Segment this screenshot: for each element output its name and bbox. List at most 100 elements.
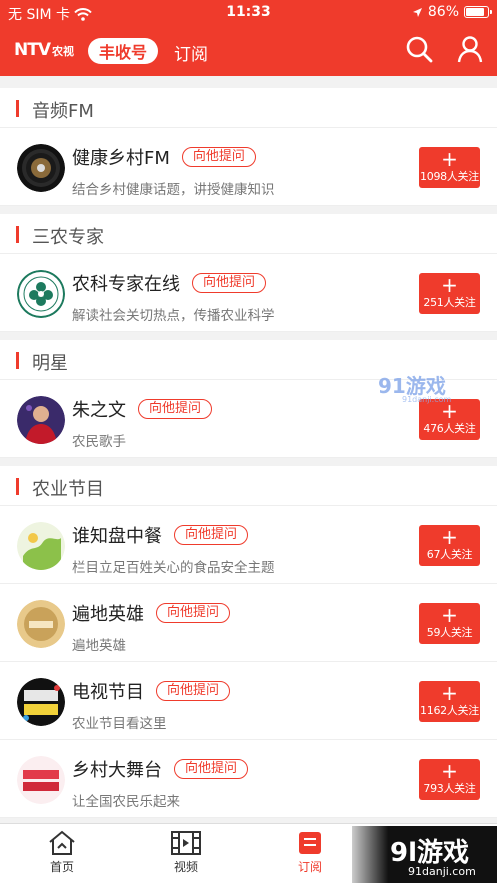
section-header: 农业节目	[0, 466, 497, 506]
follower-count: 476人关注	[423, 422, 476, 435]
item-name-row: 电视节目 向他提问	[72, 678, 231, 704]
section-marker	[16, 352, 19, 369]
section-marker	[16, 226, 19, 243]
follower-count: 251人关注	[423, 296, 476, 309]
ask-question-button[interactable]: 向他提问	[156, 603, 231, 623]
ask-question-button[interactable]: 向他提问	[174, 759, 249, 779]
section-gap	[0, 332, 497, 340]
list-item[interactable]: 谁知盘中餐 向他提问 栏目立足百姓关心的食品安全主题 + 67人关注	[0, 506, 497, 584]
user-icon[interactable]	[455, 34, 485, 64]
battery-icon	[464, 6, 492, 18]
list-item[interactable]: 农科专家在线 向他提问 解读社会关切热点，传播农业科学 + 251人关注	[0, 254, 497, 332]
section-title: 农业节目	[32, 479, 104, 500]
location-arrow-icon	[412, 7, 422, 17]
item-description: 结合乡村健康话题，讲授健康知识	[72, 182, 275, 198]
watermark-bottom-url: 91danji.com	[408, 865, 476, 878]
tab-subscribe[interactable]: 订阅	[174, 40, 208, 65]
item-description: 解读社会关切热点，传播农业科学	[72, 308, 275, 324]
plus-icon: +	[441, 525, 458, 549]
content-list: 音频FM 健康乡村FM 向他提问 结合乡村健康话题，讲授健康知识 + 1098人…	[0, 88, 497, 818]
tab-home-label: 首页	[49, 860, 74, 874]
nav-bar: NTV 农视 丰收号 订阅	[0, 30, 497, 72]
tab-subscribe-bottom[interactable]: 订阅	[275, 830, 345, 875]
follower-count: 793人关注	[423, 782, 476, 795]
follow-button[interactable]: + 59人关注	[419, 603, 480, 644]
item-description: 让全国农民乐起来	[72, 794, 180, 810]
section-header: 三农专家	[0, 214, 497, 254]
food-program-avatar	[17, 522, 65, 570]
item-name-row: 农科专家在线 向他提问	[72, 270, 267, 296]
section-marker	[16, 100, 19, 117]
item-name-row: 朱之文 向他提问	[72, 396, 213, 422]
follow-button[interactable]: + 251人关注	[419, 273, 480, 314]
stage-program-avatar	[17, 756, 65, 804]
follow-button[interactable]: + 1162人关注	[419, 681, 480, 722]
section-header: 音频FM	[0, 88, 497, 128]
follow-button[interactable]: + 476人关注	[419, 399, 480, 440]
list-item[interactable]: 乡村大舞台 向他提问 让全国农民乐起来 + 793人关注	[0, 740, 497, 818]
hero-program-avatar	[17, 600, 65, 648]
follower-count: 1162人关注	[420, 704, 479, 717]
list-item[interactable]: 健康乡村FM 向他提问 结合乡村健康话题，讲授健康知识 + 1098人关注	[0, 128, 497, 206]
tab-home[interactable]: 首页	[27, 830, 97, 875]
section-marker	[16, 478, 19, 495]
item-name-row: 谁知盘中餐 向他提问	[72, 522, 249, 548]
subscribe-icon	[299, 832, 321, 854]
item-description: 栏目立足百姓关心的食品安全主题	[72, 560, 275, 576]
item-name: 乡村大舞台	[72, 760, 162, 781]
plus-icon: +	[441, 603, 458, 627]
item-name-row: 乡村大舞台 向他提问	[72, 756, 249, 782]
plus-icon: +	[441, 147, 458, 171]
ask-question-button[interactable]: 向他提问	[192, 273, 267, 293]
app-logo: NTV 农视	[14, 40, 74, 60]
tab-fengshouhao[interactable]: 丰收号	[88, 38, 158, 64]
item-name: 电视节目	[72, 682, 144, 703]
watermark-top-url: 91danji.com	[402, 395, 452, 404]
follow-button[interactable]: + 1098人关注	[419, 147, 480, 188]
vinyl-record-avatar	[17, 144, 65, 192]
list-item[interactable]: 遍地英雄 向他提问 遍地英雄 + 59人关注	[0, 584, 497, 662]
tab-video-label: 视频	[173, 860, 198, 874]
singer-photo-avatar	[17, 396, 65, 444]
search-icon[interactable]	[404, 34, 434, 64]
follower-count: 67人关注	[426, 548, 473, 561]
plus-icon: +	[441, 759, 458, 783]
follower-count: 59人关注	[426, 626, 473, 639]
section-title: 音频FM	[32, 101, 94, 122]
section-title: 明星	[32, 353, 68, 374]
item-description: 农业节目看这里	[72, 716, 167, 732]
watermark-bottom: 9l游戏 91danji.com	[352, 826, 497, 883]
item-name: 朱之文	[72, 400, 126, 421]
ask-question-button[interactable]: 向他提问	[156, 681, 231, 701]
ask-question-button[interactable]: 向他提问	[174, 525, 249, 545]
home-icon	[49, 830, 75, 855]
plus-icon: +	[441, 681, 458, 705]
ask-question-button[interactable]: 向他提问	[138, 399, 213, 419]
watermark-bottom-text: 9l游戏	[390, 838, 470, 868]
section-gap	[0, 206, 497, 214]
item-name: 农科专家在线	[72, 274, 180, 295]
section-title: 三农专家	[32, 227, 104, 248]
item-name-row: 健康乡村FM 向他提问	[72, 144, 256, 170]
logo-subtext: 农视	[51, 45, 74, 58]
tv-program-avatar	[17, 678, 65, 726]
plus-icon: +	[441, 273, 458, 297]
list-item[interactable]: 电视节目 向他提问 农业节目看这里 + 1162人关注	[0, 662, 497, 740]
tab-subscribe-label: 订阅	[297, 860, 322, 874]
ask-question-button[interactable]: 向他提问	[181, 147, 256, 167]
section-gap	[0, 458, 497, 466]
follow-button[interactable]: + 67人关注	[419, 525, 480, 566]
tab-video[interactable]: 视频	[151, 830, 221, 875]
film-icon	[171, 831, 201, 855]
follow-button[interactable]: + 793人关注	[419, 759, 480, 800]
item-name: 健康乡村FM	[72, 148, 170, 169]
logo-text: NTV	[14, 40, 51, 60]
watermark-top: 91游戏 91danji.com	[378, 370, 451, 404]
status-right: 86%	[412, 4, 492, 20]
item-name: 谁知盘中餐	[72, 526, 162, 547]
top-header: 无 SIM 卡 11:33 86% NTV 农视 丰收号 订阅	[0, 0, 497, 76]
battery-percent: 86%	[427, 4, 459, 20]
item-name: 遍地英雄	[72, 604, 144, 625]
follower-count: 1098人关注	[420, 170, 479, 183]
plus-icon: +	[441, 399, 458, 423]
